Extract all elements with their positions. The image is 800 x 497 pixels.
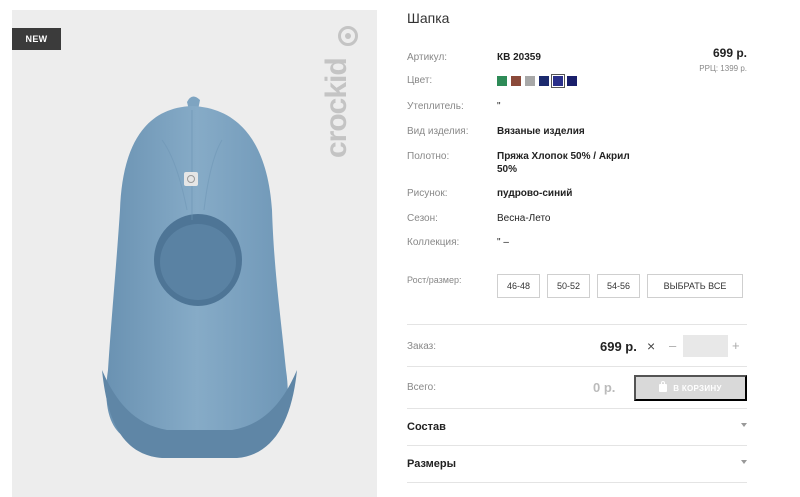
size-option-50-52[interactable]: 50-52: [547, 274, 590, 298]
product-price: 699 р.: [712, 46, 747, 60]
pattern-value: пудрово-синий: [497, 188, 573, 199]
shopping-bag-icon: [659, 381, 668, 392]
insulation-value: ": [497, 101, 501, 112]
quantity-decrease-button[interactable]: –: [669, 338, 676, 353]
divider: [407, 445, 747, 446]
add-to-cart-button[interactable]: В КОРЗИНУ: [634, 375, 747, 401]
recommended-retail-price: РРЦ: 1399 р.: [699, 64, 747, 73]
quantity-input[interactable]: [683, 335, 728, 357]
size-options: 46-48 50-52 54-56 ВЫБРАТЬ ВСЕ: [497, 274, 743, 298]
chevron-down-icon: [741, 423, 747, 427]
insulation-label: Утеплитель:: [407, 101, 464, 112]
order-price: 699 р.: [600, 339, 637, 354]
color-swatch-selected[interactable]: [551, 74, 565, 88]
color-swatch[interactable]: [511, 76, 521, 86]
collection-value: " –: [497, 237, 509, 248]
type-value: Вязаные изделия: [497, 126, 585, 137]
article-label: Артикул:: [407, 52, 448, 63]
size-option-46-48[interactable]: 46-48: [497, 274, 540, 298]
divider: [407, 324, 747, 325]
close-icon[interactable]: ×: [647, 338, 655, 354]
total-label: Всего:: [407, 382, 436, 393]
chevron-down-icon: [741, 460, 747, 464]
color-swatch[interactable]: [539, 76, 549, 86]
accordion-composition-label: Состав: [407, 421, 446, 433]
balaclava-hat-image: [102, 96, 297, 458]
divider: [407, 366, 747, 367]
accordion-sizes-label: Размеры: [407, 458, 457, 470]
divider: [407, 408, 747, 409]
add-to-cart-label: В КОРЗИНУ: [673, 383, 722, 393]
divider: [407, 482, 747, 483]
quantity-increase-button[interactable]: +: [732, 338, 740, 353]
season-value: Весна-Лето: [497, 213, 551, 224]
size-label: Рост/размер:: [407, 275, 462, 285]
order-label: Заказ:: [407, 341, 437, 352]
color-label: Цвет:: [407, 75, 433, 86]
color-swatch[interactable]: [567, 76, 577, 86]
season-label: Сезон:: [407, 213, 438, 224]
fabric-value: Пряжа Хлопок 50% / Акрил 50%: [497, 151, 630, 175]
article-value: КВ 20359: [497, 52, 541, 63]
size-option-54-56[interactable]: 54-56: [597, 274, 640, 298]
color-swatch[interactable]: [525, 76, 535, 86]
product-title: Шапка: [407, 10, 450, 26]
fabric-label: Полотно:: [407, 151, 450, 162]
product-info-panel: Шапка 699 р. РРЦ: 1399 р. Артикул: КВ 20…: [407, 0, 747, 497]
accordion-sizes[interactable]: Размеры: [407, 458, 747, 470]
type-label: Вид изделия:: [407, 126, 469, 137]
product-photo[interactable]: NEW crockid: [12, 10, 377, 497]
total-value: 0 р.: [593, 380, 616, 395]
accordion-composition[interactable]: Состав: [407, 421, 747, 433]
color-swatch[interactable]: [497, 76, 507, 86]
color-swatches: [497, 74, 577, 88]
select-all-sizes-button[interactable]: ВЫБРАТЬ ВСЕ: [647, 274, 743, 298]
pattern-label: Рисунок:: [407, 188, 448, 199]
collection-label: Коллекция:: [407, 237, 460, 248]
